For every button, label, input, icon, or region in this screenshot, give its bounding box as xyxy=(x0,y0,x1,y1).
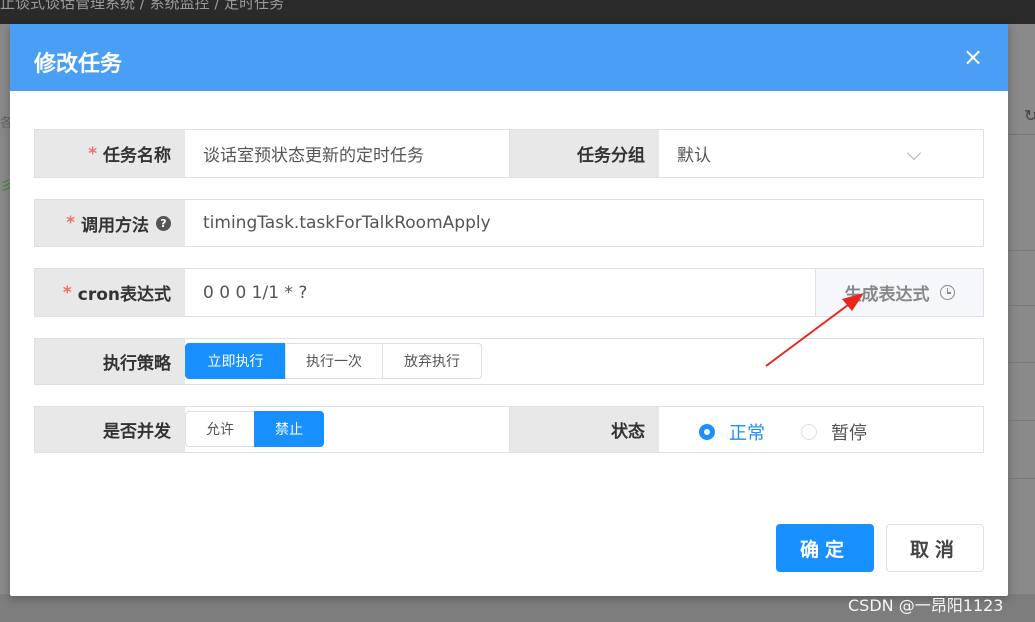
concurrent-label: 是否并发 xyxy=(35,407,185,452)
misfire-option-immediate[interactable]: 立即执行 xyxy=(185,343,286,379)
background-top-bar: 止谈式谈话管理系统 / 系统监控 / 定时任务 xyxy=(0,0,1035,24)
clock-icon xyxy=(939,285,955,300)
required-mark: * xyxy=(88,143,97,164)
background-row-divider xyxy=(1009,250,1035,251)
misfire-policy-group: 立即执行 执行一次 放弃执行 xyxy=(185,343,482,379)
status-radio-paused[interactable]: 暂停 xyxy=(801,419,867,445)
confirm-button[interactable]: 确定 xyxy=(776,524,874,572)
background-row-divider xyxy=(1009,478,1035,479)
form-row-invoke: * 调用方法 ? timingTask.taskForTalkRoomApply xyxy=(34,199,984,247)
chevron-down-icon xyxy=(906,145,922,161)
task-group-value: 默认 xyxy=(677,146,711,166)
misfire-option-once[interactable]: 执行一次 xyxy=(285,343,383,379)
task-group-select[interactable]: 默认 xyxy=(659,130,983,177)
radio-checked-icon xyxy=(699,424,715,440)
form-row-concurrent-status: 是否并发 允许 禁止 状态 正常 暂停 xyxy=(34,406,984,453)
form-row-misfire: 执行策略 立即执行 执行一次 放弃执行 xyxy=(34,338,984,385)
background-left-fragment: 各 xyxy=(0,116,14,131)
task-name-input[interactable]: 谈话室预状态更新的定时任务 xyxy=(185,130,509,177)
status-label: 状态 xyxy=(509,407,659,452)
task-name-label: * 任务名称 xyxy=(35,130,185,177)
generate-expression-label: 生成表达式 xyxy=(844,285,930,305)
task-name-label-text: 任务名称 xyxy=(103,146,171,166)
concurrent-option-allow[interactable]: 允许 xyxy=(185,411,255,447)
misfire-policy-label: 执行策略 xyxy=(35,339,185,384)
dialog-title: 修改任务 xyxy=(34,52,123,77)
cron-expression-input[interactable]: 0 0 0 1/1 * ? xyxy=(185,269,815,316)
edit-task-dialog: 修改任务 × * 任务名称 谈话室预状态更新的定时任务 任务分组 默认 * 调用… xyxy=(10,24,1008,596)
help-icon[interactable]: ? xyxy=(156,215,171,231)
status-radio-normal[interactable]: 正常 xyxy=(699,419,765,445)
misfire-option-abandon[interactable]: 放弃执行 xyxy=(382,343,482,379)
radio-unchecked-icon xyxy=(801,424,817,440)
form-row-cron: * cron表达式 0 0 0 1/1 * ? 生成表达式 xyxy=(34,268,984,317)
concurrent-option-forbid[interactable]: 禁止 xyxy=(254,411,324,447)
status-normal-label: 正常 xyxy=(729,423,765,444)
background-green-fragment: 彡 xyxy=(0,179,14,194)
dialog-header: 修改任务 × xyxy=(10,24,1008,91)
background-row-divider xyxy=(1009,362,1035,363)
required-mark: * xyxy=(62,282,72,303)
cron-label: * cron表达式 xyxy=(35,269,185,316)
close-icon[interactable]: × xyxy=(960,44,986,70)
refresh-icon: ↻ xyxy=(1024,106,1035,125)
form-row-name-group: * 任务名称 谈话室预状态更新的定时任务 任务分组 默认 xyxy=(34,129,984,178)
watermark: CSDN @一昂阳1123 xyxy=(848,596,1004,615)
invoke-target-input[interactable]: timingTask.taskForTalkRoomApply xyxy=(185,200,983,246)
generate-expression-button[interactable]: 生成表达式 xyxy=(815,269,983,316)
required-mark: * xyxy=(66,213,75,233)
background-row-divider xyxy=(1009,305,1035,306)
cancel-button[interactable]: 取消 xyxy=(886,524,984,572)
status-paused-label: 暂停 xyxy=(831,423,867,444)
background-row-divider xyxy=(1009,420,1035,421)
background-breadcrumb: 止谈式谈话管理系统 / 系统监控 / 定时任务 xyxy=(0,0,285,12)
task-group-label: 任务分组 xyxy=(509,130,659,177)
invoke-target-label: * 调用方法 ? xyxy=(35,200,185,246)
concurrent-group: 允许 禁止 xyxy=(185,411,324,447)
cron-label-text: cron表达式 xyxy=(77,285,171,305)
invoke-target-label-text: 调用方法 xyxy=(81,215,149,236)
